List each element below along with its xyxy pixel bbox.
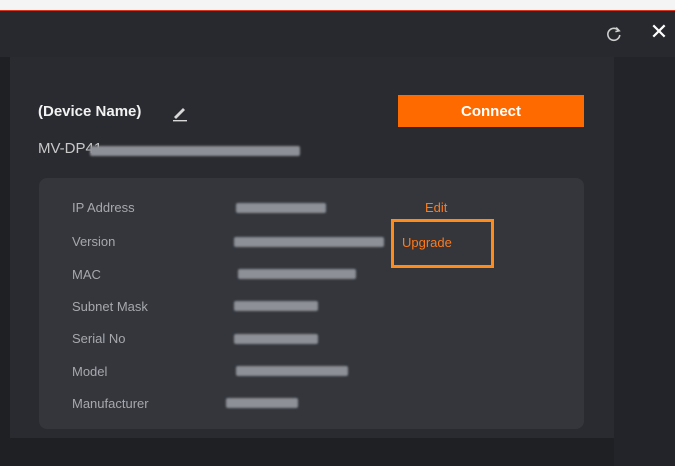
- label-manufacturer: Manufacturer: [72, 396, 149, 411]
- right-panel: [614, 57, 675, 466]
- label-ip-address: IP Address: [72, 200, 135, 215]
- value-version-redacted: [234, 237, 384, 247]
- label-version: Version: [72, 234, 116, 249]
- label-subnet-mask: Subnet Mask: [72, 299, 148, 314]
- label-serial-no: Serial No: [72, 331, 126, 346]
- refresh-icon[interactable]: [604, 24, 624, 44]
- value-subnet-redacted: [234, 301, 318, 311]
- close-icon[interactable]: ✕: [648, 20, 670, 44]
- label-mac: MAC: [72, 267, 101, 282]
- connect-button[interactable]: Connect: [398, 95, 584, 127]
- upgrade-highlight-box: [391, 219, 494, 268]
- device-id-redacted: [90, 146, 300, 156]
- value-manufacturer-redacted: [226, 398, 298, 408]
- title-bar: [0, 11, 675, 57]
- value-model-redacted: [236, 366, 348, 376]
- device-name-label: (Device Name): [38, 103, 142, 120]
- label-model: Model: [72, 364, 108, 379]
- edit-name-icon[interactable]: [171, 104, 189, 122]
- value-serial-redacted: [234, 334, 318, 344]
- edit-ip-link[interactable]: Edit: [425, 200, 447, 215]
- value-ip-redacted: [236, 203, 326, 213]
- value-mac-redacted: [238, 269, 356, 279]
